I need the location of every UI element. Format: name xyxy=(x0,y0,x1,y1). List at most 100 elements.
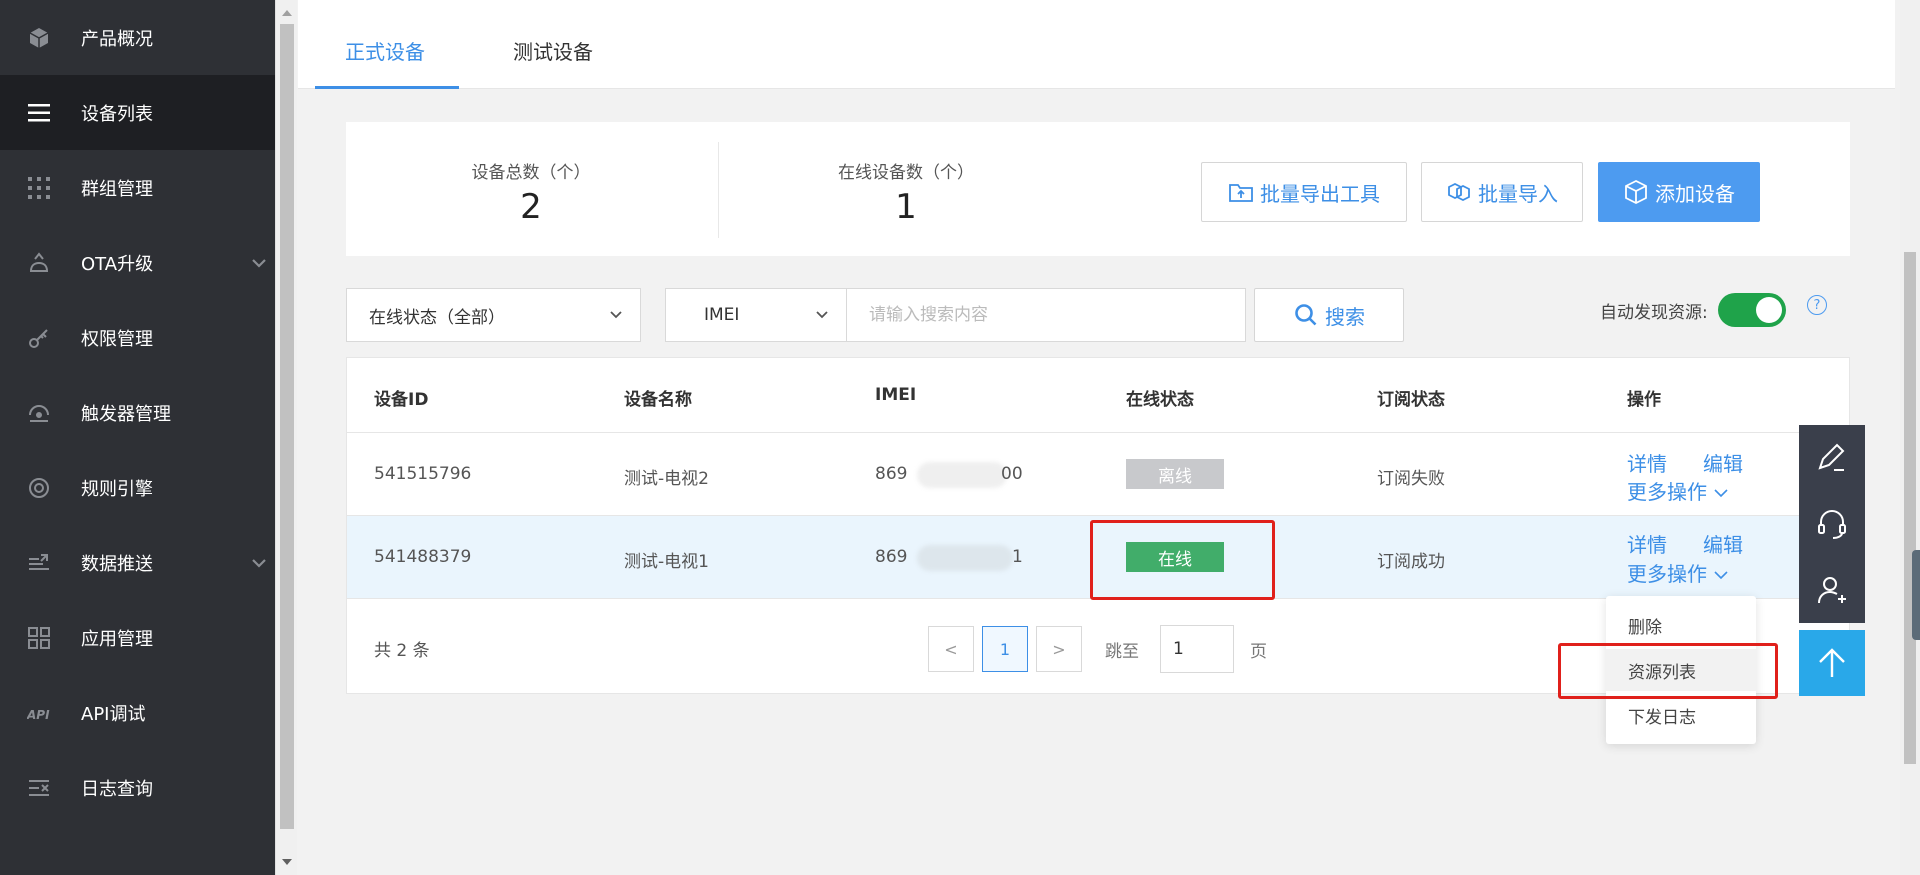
help-icon[interactable]: ? xyxy=(1807,295,1827,315)
total-devices-value: 2 xyxy=(520,187,542,227)
sidebar-item-permission-management[interactable]: 权限管理 xyxy=(0,300,275,375)
add-device-button[interactable]: 添加设备 xyxy=(1598,162,1760,222)
sidebar-item-rule-engine[interactable]: 规则引擎 xyxy=(0,450,275,525)
batch-export-label: 批量导出工具 xyxy=(1260,181,1380,206)
sidebar-item-ota-upgrade[interactable]: OTA升级 xyxy=(0,225,275,300)
more-actions-menu: 删除 资源列表 下发日志 xyxy=(1606,596,1756,744)
cube-outline-icon xyxy=(1625,179,1647,205)
upload-folder-icon xyxy=(1229,184,1253,202)
col-device-name: 设备名称 xyxy=(624,390,692,410)
imei-suffix: 00 xyxy=(1001,464,1023,484)
online-status-select[interactable]: 在线状态（全部） xyxy=(346,288,641,342)
table-row: 541515796 测试-电视2 869 00 离线 订阅失败 详情 编辑 更多… xyxy=(347,433,1849,516)
total-devices-stat: 设备总数（个） 2 xyxy=(411,158,651,227)
col-operations: 操作 xyxy=(1627,390,1661,410)
customer-service-button[interactable] xyxy=(1799,491,1865,557)
chevron-down-icon xyxy=(252,259,266,268)
sidebar-item-data-push[interactable]: 数据推送 xyxy=(0,525,275,600)
sidebar-item-app-management[interactable]: 应用管理 xyxy=(0,600,275,675)
search-field-select-value: IMEI xyxy=(704,305,740,325)
detail-link[interactable]: 详情 xyxy=(1627,448,1667,477)
col-online-status: 在线状态 xyxy=(1126,390,1194,410)
apps-icon xyxy=(27,626,51,650)
search-field-select[interactable]: IMEI xyxy=(665,288,847,342)
search-button-label: 搜索 xyxy=(1325,304,1365,329)
batch-export-button[interactable]: 批量导出工具 xyxy=(1201,162,1407,222)
add-device-label: 添加设备 xyxy=(1655,181,1735,206)
tab-formal-devices[interactable]: 正式设备 xyxy=(345,36,425,65)
sidebar-item-label: 群组管理 xyxy=(81,178,153,200)
pencil-icon xyxy=(1818,443,1845,471)
arrow-up-icon xyxy=(1819,648,1845,677)
scroll-down-arrow-icon[interactable] xyxy=(282,859,292,865)
feedback-button[interactable] xyxy=(1799,425,1865,491)
col-imei: IMEI xyxy=(875,385,917,405)
tab-test-devices[interactable]: 测试设备 xyxy=(513,36,593,65)
cube-icon xyxy=(27,26,51,50)
sidebar-item-product-overview[interactable]: 产品概况 xyxy=(0,0,275,75)
table-header: 设备ID 设备名称 IMEI 在线状态 订阅状态 操作 xyxy=(347,358,1849,433)
more-actions-link[interactable]: 更多操作 xyxy=(1627,476,1729,505)
sidebar-item-label: 产品概况 xyxy=(81,28,153,50)
online-devices-value: 1 xyxy=(895,187,917,227)
sidebar-item-label: 触发器管理 xyxy=(81,403,171,425)
more-actions-label: 更多操作 xyxy=(1627,562,1707,586)
scrollbar-thumb[interactable] xyxy=(280,24,294,829)
more-actions-label: 更多操作 xyxy=(1627,480,1707,504)
back-to-top-button[interactable] xyxy=(1799,630,1865,696)
jump-page-input[interactable] xyxy=(1160,625,1234,673)
auto-discover-label: 自动发现资源: xyxy=(1600,303,1708,323)
sidebar-item-log-query[interactable]: 日志查询 xyxy=(0,750,275,825)
subscription-status: 订阅成功 xyxy=(1377,552,1445,572)
sidebar-item-label: 规则引擎 xyxy=(81,478,153,500)
edit-link[interactable]: 编辑 xyxy=(1703,448,1743,477)
menu-item-delete[interactable]: 删除 xyxy=(1606,604,1756,646)
imei-redaction xyxy=(917,545,1013,571)
add-user-button[interactable] xyxy=(1799,557,1865,623)
active-tab-indicator xyxy=(315,86,459,89)
auto-discover-toggle[interactable] xyxy=(1718,293,1786,327)
sidebar-item-label: 应用管理 xyxy=(81,628,153,650)
imei-prefix: 869 xyxy=(875,464,908,484)
trigger-icon xyxy=(27,401,51,425)
imei-suffix: 1 xyxy=(1012,547,1023,567)
total-devices-label: 设备总数（个） xyxy=(471,163,591,183)
sidebar-item-group-management[interactable]: 群组管理 xyxy=(0,150,275,225)
next-page-button[interactable]: > xyxy=(1036,626,1082,672)
edit-link[interactable]: 编辑 xyxy=(1703,529,1743,558)
sidebar-item-label: 日志查询 xyxy=(81,778,153,800)
more-actions-link[interactable]: 更多操作 xyxy=(1627,558,1729,587)
scrollbar-thumb[interactable] xyxy=(1904,252,1916,764)
import-boxes-icon xyxy=(1448,182,1470,202)
sidebar-item-label: API调试 xyxy=(81,703,146,725)
sidebar-item-api-debug[interactable]: API API调试 xyxy=(0,675,275,750)
sidebar-scrollbar[interactable] xyxy=(275,0,297,875)
menu-item-dispatch-log[interactable]: 下发日志 xyxy=(1606,694,1756,736)
table-row: 541488379 测试-电视1 869 1 在线 订阅成功 详情 编辑 更多操… xyxy=(347,516,1849,599)
detail-link[interactable]: 详情 xyxy=(1627,529,1667,558)
sidebar-item-device-list[interactable]: 设备列表 xyxy=(0,75,275,150)
prev-page-button[interactable]: < xyxy=(928,626,974,672)
page-1-button[interactable]: 1 xyxy=(982,626,1028,672)
subscription-status: 订阅失败 xyxy=(1377,469,1445,489)
svg-text:API: API xyxy=(27,708,50,722)
search-icon xyxy=(1295,304,1317,326)
search-button[interactable]: 搜索 xyxy=(1254,288,1404,342)
side-widget-handle[interactable] xyxy=(1912,550,1920,640)
menu-item-resource-list[interactable]: 资源列表 xyxy=(1606,649,1756,691)
stats-divider xyxy=(718,142,719,238)
batch-import-button[interactable]: 批量导入 xyxy=(1421,162,1583,222)
scroll-up-arrow-icon[interactable] xyxy=(282,10,292,16)
online-devices-stat: 在线设备数（个） 1 xyxy=(786,158,1026,227)
chevron-down-icon xyxy=(816,311,828,319)
sidebar-item-trigger-management[interactable]: 触发器管理 xyxy=(0,375,275,450)
device-tabs: 正式设备 测试设备 xyxy=(298,0,1895,89)
rule-icon xyxy=(27,476,51,500)
upgrade-icon xyxy=(27,251,51,275)
toggle-knob xyxy=(1756,297,1782,323)
col-device-id: 设备ID xyxy=(374,390,429,410)
chevron-down-icon xyxy=(252,559,266,568)
page-unit-label: 页 xyxy=(1250,642,1267,662)
search-input[interactable] xyxy=(846,288,1246,342)
page-scrollbar[interactable] xyxy=(1900,0,1920,875)
